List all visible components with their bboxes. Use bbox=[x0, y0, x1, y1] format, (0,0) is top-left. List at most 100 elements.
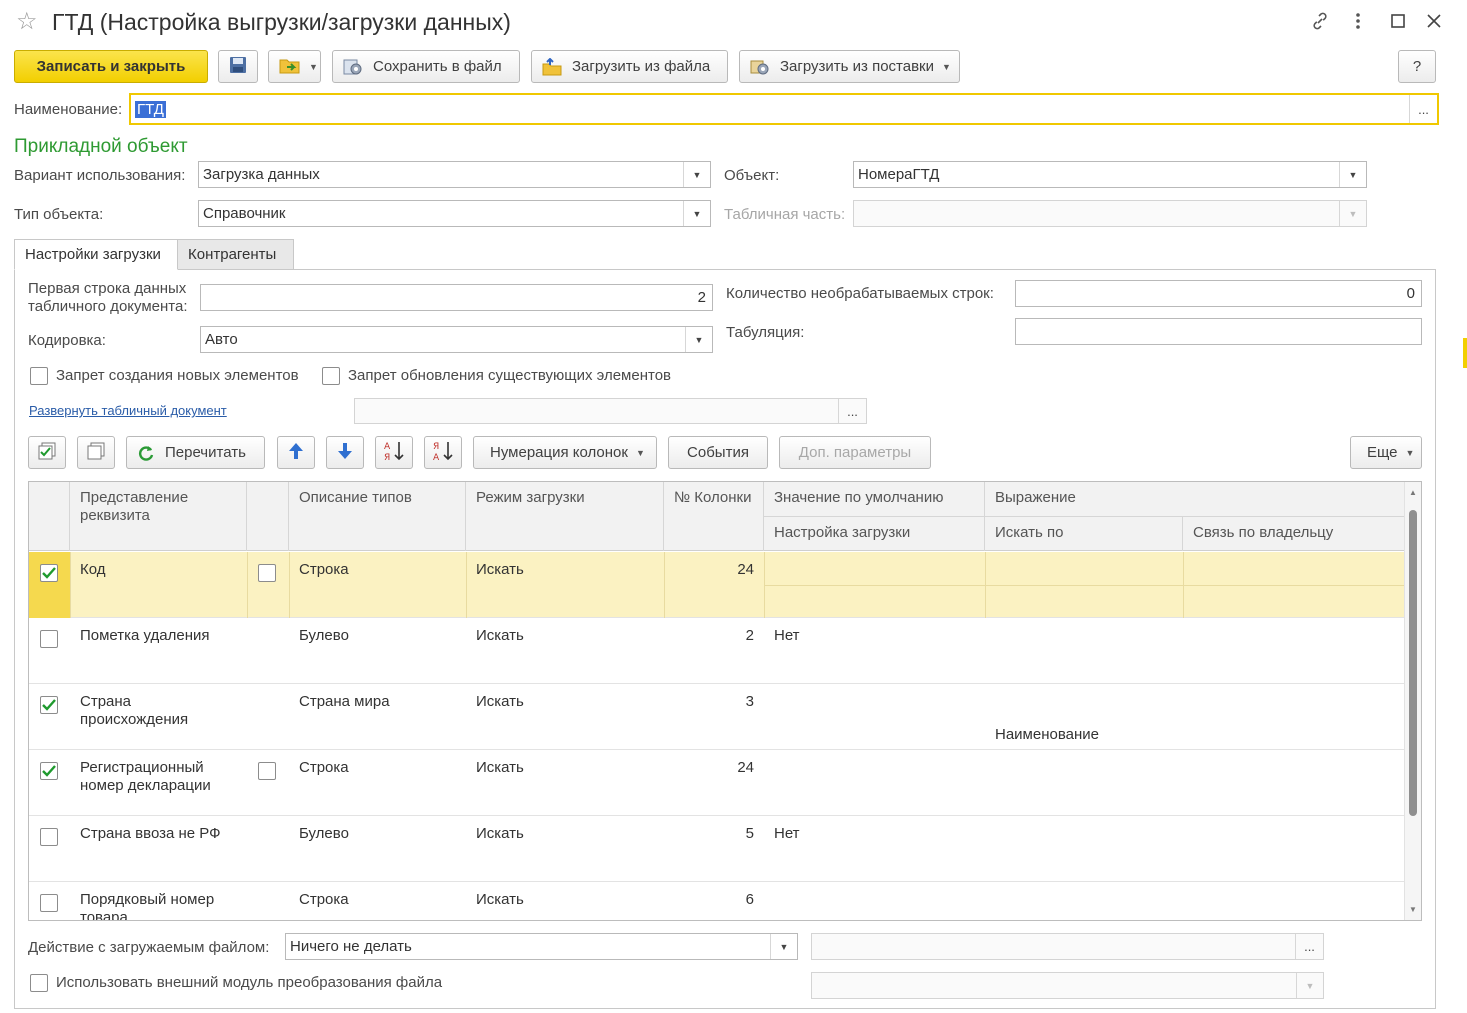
table-row[interactable]: Код Строка Искать 24 bbox=[29, 552, 1405, 618]
uncheck-all-button[interactable] bbox=[77, 436, 115, 469]
load-from-supply-button[interactable]: Загрузить из поставки ▼ bbox=[739, 50, 960, 83]
close-icon[interactable] bbox=[1421, 8, 1447, 34]
svg-text:Я: Я bbox=[433, 442, 439, 452]
row-use-checkbox[interactable] bbox=[40, 828, 58, 846]
tab-load-settings[interactable]: Настройки загрузки bbox=[14, 239, 178, 270]
more-button[interactable]: Еще ▼ bbox=[1350, 436, 1422, 469]
help-button[interactable]: ? bbox=[1398, 50, 1436, 83]
row-use-checkbox[interactable] bbox=[40, 894, 58, 912]
row-type: Булево bbox=[299, 825, 349, 842]
sort-asc-button[interactable]: AЯ bbox=[375, 436, 413, 469]
reread-label: Перечитать bbox=[165, 444, 246, 461]
header-load-mode[interactable]: Режим загрузки bbox=[466, 482, 664, 551]
column-numbering-button[interactable]: Нумерация колонок ▼ bbox=[473, 436, 657, 469]
scroll-down-icon[interactable]: ▼ bbox=[1405, 905, 1421, 914]
row-use-checkbox[interactable] bbox=[40, 630, 58, 648]
object-label: Объект: bbox=[724, 167, 780, 184]
favorite-star-icon[interactable]: ☆ bbox=[16, 9, 38, 35]
chevron-down-icon[interactable]: ▼ bbox=[770, 934, 797, 959]
row-type: Страна мира bbox=[299, 693, 390, 710]
forbid-create-label: Запрет создания новых элементов bbox=[56, 367, 299, 384]
header-search-by[interactable]: Искать по bbox=[985, 516, 1183, 551]
chevron-down-icon[interactable]: ▼ bbox=[685, 327, 712, 352]
header-col-no[interactable]: № Колонки bbox=[664, 482, 764, 551]
table-scrollbar[interactable]: ▲ ▼ bbox=[1404, 482, 1421, 920]
move-up-button[interactable] bbox=[277, 436, 315, 469]
save-button[interactable] bbox=[218, 50, 258, 83]
header-default-value[interactable]: Значение по умолчанию bbox=[764, 482, 985, 517]
more-menu-icon[interactable] bbox=[1345, 8, 1371, 34]
tabular-part-select[interactable]: ▼ bbox=[853, 200, 1367, 227]
row-use-checkbox[interactable] bbox=[40, 564, 58, 582]
ellipsis-button[interactable]: ... bbox=[1409, 95, 1437, 123]
ellipsis-button[interactable]: ... bbox=[1295, 934, 1323, 959]
check-all-icon bbox=[38, 442, 56, 464]
skip-rows-input[interactable]: 0 bbox=[1015, 280, 1422, 307]
row-flag-checkbox[interactable] bbox=[258, 762, 276, 780]
chevron-down-icon[interactable]: ▼ bbox=[683, 162, 710, 187]
chevron-down-icon[interactable]: ▼ bbox=[1339, 201, 1366, 226]
table-row[interactable]: Страна происхождения Страна мира Искать 3 Наи… bbox=[29, 684, 1405, 750]
file-path-input[interactable]: ... bbox=[811, 933, 1324, 960]
chevron-down-icon[interactable]: ▼ bbox=[683, 201, 710, 226]
object-select[interactable]: НомераГТД ▼ bbox=[853, 161, 1367, 188]
table-row[interactable]: Страна ввоза не РФ Булево Искать 5 Нет bbox=[29, 816, 1405, 882]
row-flag-checkbox[interactable] bbox=[258, 564, 276, 582]
header-expression[interactable]: Выражение bbox=[985, 482, 1405, 517]
arrow-up-icon bbox=[288, 442, 304, 464]
sort-desc-button[interactable]: ЯA bbox=[424, 436, 462, 469]
table-row[interactable]: Регистрационный номер декларации Строка Иск… bbox=[29, 750, 1405, 816]
chevron-down-icon[interactable]: ▼ bbox=[1296, 973, 1323, 998]
scroll-thumb[interactable] bbox=[1409, 510, 1417, 816]
gear-save-icon bbox=[343, 58, 363, 76]
file-action-select[interactable]: Ничего не делать ▼ bbox=[285, 933, 798, 960]
table-row[interactable]: Порядковый номер товара Строка Искать 6 bbox=[29, 882, 1405, 920]
forbid-update-checkbox[interactable] bbox=[322, 367, 340, 385]
tab-char-input[interactable] bbox=[1015, 318, 1422, 345]
name-input[interactable]: ГТД ... bbox=[129, 93, 1439, 125]
reread-button[interactable]: Перечитать bbox=[126, 436, 265, 469]
encoding-label: Кодировка: bbox=[28, 332, 106, 349]
row-mode: Искать bbox=[476, 891, 524, 908]
row-use-checkbox[interactable] bbox=[40, 762, 58, 780]
row-search-by bbox=[985, 849, 1183, 867]
link-icon[interactable] bbox=[1307, 8, 1333, 34]
tab-char-label: Табуляция: bbox=[726, 324, 805, 341]
sort-ascending-icon: AЯ bbox=[383, 440, 405, 466]
use-external-module-checkbox[interactable] bbox=[30, 974, 48, 992]
row-use-checkbox[interactable] bbox=[40, 696, 58, 714]
ellipsis-button[interactable]: ... bbox=[838, 399, 866, 423]
row-default bbox=[764, 552, 985, 570]
row-mode: Искать bbox=[476, 693, 524, 710]
chevron-down-icon[interactable]: ▼ bbox=[1339, 162, 1366, 187]
row-col-no: 3 bbox=[745, 693, 754, 710]
header-load-setting[interactable]: Настройка загрузки bbox=[764, 516, 985, 551]
save-and-close-button[interactable]: Записать и закрыть bbox=[14, 50, 208, 83]
forbid-create-checkbox[interactable] bbox=[30, 367, 48, 385]
extra-params-button[interactable]: Доп. параметры bbox=[779, 436, 931, 469]
usage-select[interactable]: Загрузка данных ▼ bbox=[198, 161, 711, 188]
encoding-select[interactable]: Авто ▼ bbox=[200, 326, 713, 353]
move-down-button[interactable] bbox=[326, 436, 364, 469]
load-menu-button[interactable]: ▼ bbox=[268, 50, 321, 83]
expand-table-link[interactable]: Развернуть табличный документ bbox=[29, 403, 227, 418]
save-to-file-button[interactable]: Сохранить в файл bbox=[332, 50, 520, 83]
maximize-icon[interactable] bbox=[1385, 8, 1411, 34]
header-representation[interactable]: Представление реквизита bbox=[70, 482, 247, 551]
load-from-file-button[interactable]: Загрузить из файла bbox=[531, 50, 728, 83]
scroll-up-icon[interactable]: ▲ bbox=[1405, 488, 1421, 497]
header-owner-link[interactable]: Связь по владельцу bbox=[1183, 516, 1405, 551]
row-default bbox=[764, 882, 985, 900]
tab-counterparties[interactable]: Контрагенты bbox=[177, 239, 294, 270]
table-row[interactable]: Пометка удаления Булево Искать 2 Нет bbox=[29, 618, 1405, 684]
events-button[interactable]: События bbox=[668, 436, 768, 469]
usage-label: Вариант использования: bbox=[14, 167, 186, 184]
usage-value: Загрузка данных bbox=[203, 166, 320, 183]
external-module-select[interactable]: ▼ bbox=[811, 972, 1324, 999]
first-row-input[interactable]: 2 bbox=[200, 284, 713, 311]
column-numbering-label: Нумерация колонок bbox=[490, 444, 628, 461]
object-type-select[interactable]: Справочник ▼ bbox=[198, 200, 711, 227]
expand-table-input[interactable]: ... bbox=[354, 398, 867, 424]
header-type-desc[interactable]: Описание типов bbox=[289, 482, 466, 551]
check-all-button[interactable] bbox=[28, 436, 66, 469]
